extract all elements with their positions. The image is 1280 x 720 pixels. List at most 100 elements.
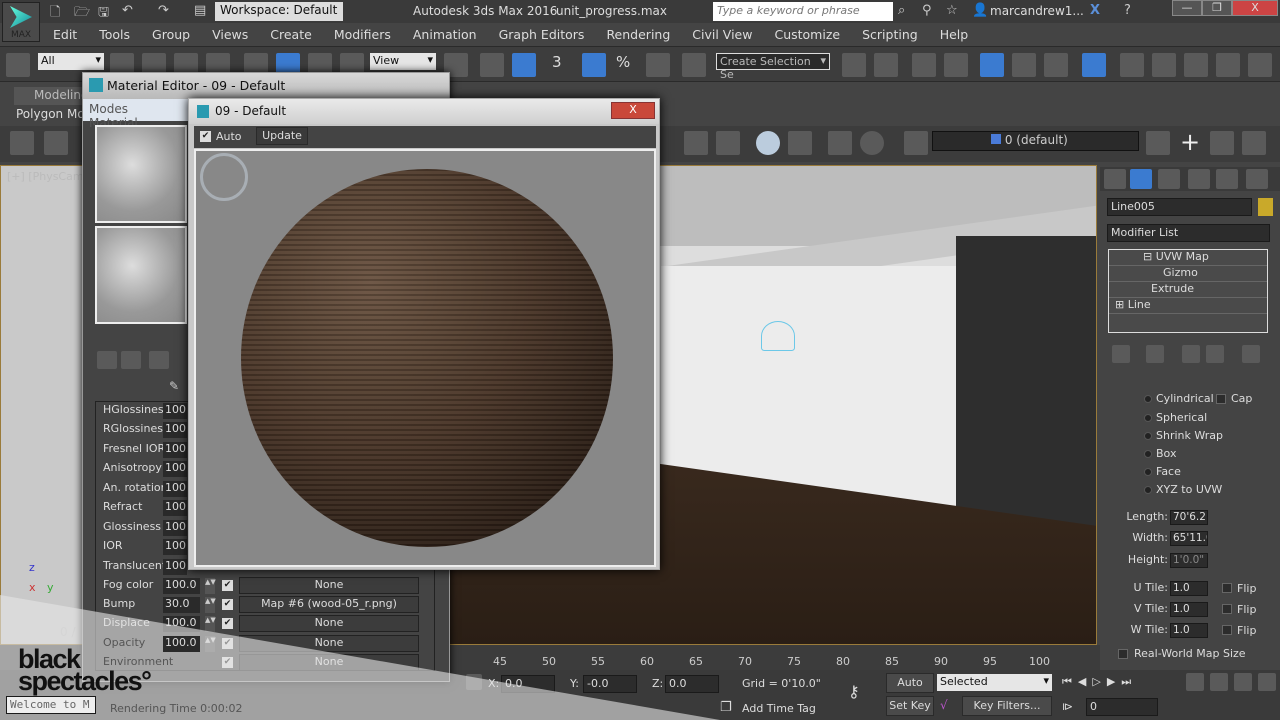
menu-customize[interactable]: Customize [763, 24, 851, 46]
maxscript-listener[interactable]: Welcome to M [6, 696, 96, 714]
map-button-fog-color[interactable]: None [239, 577, 419, 594]
height-field[interactable]: 1'0.0" [1170, 553, 1208, 568]
orbit-icon[interactable] [1234, 673, 1252, 691]
map-checkbox[interactable]: ✔ [222, 599, 233, 610]
map-amount-bump[interactable]: 30.0 [163, 597, 200, 613]
menu-views[interactable]: Views [201, 24, 259, 46]
app-menu-button[interactable]: MAX [2, 2, 40, 42]
menu-group[interactable]: Group [141, 24, 201, 46]
schematic-view-icon[interactable] [1044, 53, 1068, 77]
object-color-swatch[interactable] [1258, 198, 1273, 216]
stack-item-uvw-map[interactable]: ⊟ UVW Map [1109, 250, 1267, 266]
object-name-field[interactable]: Line005 [1107, 198, 1252, 216]
assign-material-icon[interactable] [149, 351, 169, 369]
configure-sets-icon[interactable] [1242, 345, 1260, 363]
make-unique-icon[interactable] [1182, 345, 1200, 363]
map-checkbox[interactable]: ✔ [222, 580, 233, 591]
curve-icon[interactable]: √ [940, 698, 948, 712]
set-key-button[interactable]: Set Key [886, 696, 934, 716]
menu-help[interactable]: Help [929, 24, 980, 46]
ribbon-toggle-icon[interactable] [980, 53, 1004, 77]
hierarchy-tab-icon[interactable] [1158, 169, 1180, 189]
w-flip-checkbox[interactable] [1222, 625, 1232, 635]
project-folder-icon[interactable]: ▤ [194, 3, 206, 18]
selection-filter-dropdown[interactable]: All [38, 53, 104, 70]
map-checkbox[interactable]: ✔ [222, 618, 233, 629]
render-production-icon[interactable] [1184, 53, 1208, 77]
key-mode-dropdown[interactable]: Selected [937, 674, 1052, 691]
spinner-icon[interactable]: ▲▼ [205, 616, 216, 632]
motion-tab-icon[interactable] [1188, 169, 1210, 189]
y-coordinate-field[interactable]: -0.0 [583, 675, 637, 693]
render-window-icon[interactable] [1248, 53, 1272, 77]
close-button[interactable]: X [1232, 0, 1278, 16]
w-tile-field[interactable]: 1.0 [1170, 623, 1208, 638]
ref-coord-dropdown[interactable]: View [370, 53, 436, 70]
ribbon-polygon-modeling[interactable]: Polygon Mo [12, 106, 92, 124]
auto-key-button[interactable]: Auto Key [886, 673, 934, 707]
map-button-bump[interactable]: Map #6 (wood-05_r.png) [239, 596, 419, 613]
pin-stack-icon[interactable] [1112, 345, 1130, 363]
teapot-icon[interactable] [10, 131, 34, 155]
map-button-environment[interactable]: None [239, 654, 419, 671]
map-amount-fog-color[interactable]: 100.0 [163, 578, 200, 594]
stack-item-line[interactable]: ⊞ Line [1109, 298, 1267, 314]
modify-tab-icon[interactable] [1130, 169, 1152, 189]
align-icon[interactable] [874, 53, 898, 77]
help-circle-icon[interactable] [860, 131, 884, 155]
ox-icon[interactable] [716, 131, 740, 155]
menu-rendering[interactable]: Rendering [595, 24, 681, 46]
save-icon[interactable]: 🖫 [98, 3, 109, 25]
angle-snap-icon[interactable] [582, 53, 606, 77]
playback-controls[interactable]: ⏮◀▷▶⏭ [1062, 675, 1137, 689]
select-in-layer-icon[interactable] [1210, 131, 1234, 155]
x-coordinate-field[interactable]: 0.0 [501, 675, 555, 693]
current-frame-field[interactable]: 0 [1086, 698, 1158, 716]
radio-shrink-wrap[interactable] [1144, 432, 1152, 440]
radio-box[interactable] [1144, 450, 1152, 458]
menu-tools[interactable]: Tools [88, 24, 141, 46]
time-tag-icon[interactable]: ❐ [720, 700, 732, 715]
map-button-opacity[interactable]: None [239, 635, 419, 652]
export-icon[interactable] [828, 131, 852, 155]
param-value[interactable]: 100 [163, 539, 187, 555]
create-tab-icon[interactable] [1104, 169, 1126, 189]
radio-spherical[interactable] [1144, 414, 1152, 422]
viewport-label[interactable]: [+] [PhysCam [7, 170, 84, 183]
v-flip-checkbox[interactable] [1222, 604, 1232, 614]
material-editor-icon[interactable] [1082, 53, 1106, 77]
modifier-list-dropdown[interactable]: Modifier List [1107, 224, 1270, 242]
render-iterative-icon[interactable] [1216, 53, 1240, 77]
layer-manager-icon[interactable] [944, 53, 968, 77]
width-field[interactable]: 65'11.08 [1170, 531, 1208, 546]
spinner-icon[interactable]: ▲▼ [205, 636, 216, 652]
render-frame-icon[interactable] [44, 131, 68, 155]
named-selection-icon[interactable] [682, 53, 706, 77]
scene-explorer-icon[interactable] [912, 53, 936, 77]
param-value[interactable]: 100 [163, 481, 187, 497]
maximize-viewport-icon[interactable] [1258, 673, 1276, 691]
eyedropper-icon[interactable]: ✎ [169, 379, 179, 393]
display-tab-icon[interactable] [1216, 169, 1238, 189]
menu-graph-editors[interactable]: Graph Editors [488, 24, 596, 46]
key-filters-button[interactable]: Key Filters... [962, 696, 1052, 716]
menu-animation[interactable]: Animation [402, 24, 488, 46]
real-world-checkbox[interactable] [1118, 649, 1128, 659]
timeline-ruler[interactable]: 45 50 55 60 65 70 75 80 85 90 95 100 [445, 645, 1100, 670]
mirror-icon[interactable] [842, 53, 866, 77]
param-value[interactable]: 100 [163, 403, 187, 419]
param-value[interactable]: 100 [163, 500, 187, 516]
stack-item-extrude[interactable]: Extrude [1109, 282, 1267, 298]
selection-set-dropdown[interactable]: Create Selection Se [716, 53, 830, 81]
percent-snap-toggle[interactable]: % [616, 53, 630, 71]
snap-3d-toggle[interactable]: 3 [552, 53, 562, 71]
map-button-displace[interactable]: None [239, 615, 419, 632]
workspace-dropdown[interactable]: Workspace: Default [215, 2, 343, 21]
absolute-mode-icon[interactable] [466, 674, 482, 690]
layer-dropdown[interactable]: 0 (default) [932, 131, 1139, 151]
open-file-icon[interactable]: 🗁 [74, 3, 90, 25]
get-material-icon[interactable] [97, 351, 117, 369]
map-amount-displace[interactable]: 100.0 [163, 616, 200, 632]
material-slot-1[interactable] [95, 125, 187, 223]
param-value[interactable]: 100 [163, 461, 187, 477]
